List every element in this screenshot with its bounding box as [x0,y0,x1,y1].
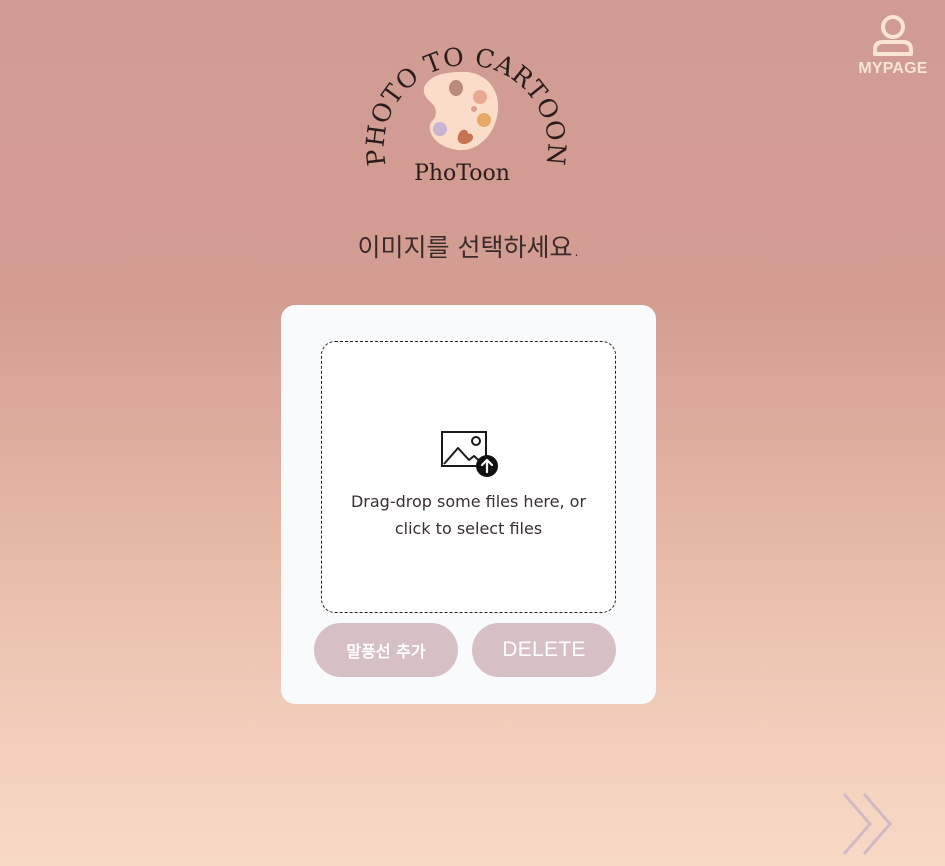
photoon-logo: PHOTO TO CARTOON PhoToon [360,30,570,190]
dropzone-text: Drag-drop some files here, or click to s… [322,488,615,542]
mypage-button[interactable]: MYPAGE [852,12,934,78]
dropzone-text-line1: Drag-drop some files here, or [350,492,587,511]
add-speech-bubble-button[interactable]: 말풍선 추가 [314,623,458,677]
user-icon [852,12,934,58]
file-dropzone[interactable]: Drag-drop some files here, or click to s… [321,341,616,613]
page-instruction: 이미지를 선택하세요. [357,233,581,262]
double-chevron-right-icon[interactable] [840,790,900,864]
dropzone-text-line2: click to select files [394,519,543,538]
upload-card: Drag-drop some files here, or click to s… [281,305,656,704]
image-upload-icon [440,430,500,484]
mypage-label: MYPAGE [858,60,928,77]
delete-button[interactable]: DELETE [472,623,616,677]
logo-brand-name: PhoToon [414,161,510,186]
paint-palette-icon [423,71,499,151]
